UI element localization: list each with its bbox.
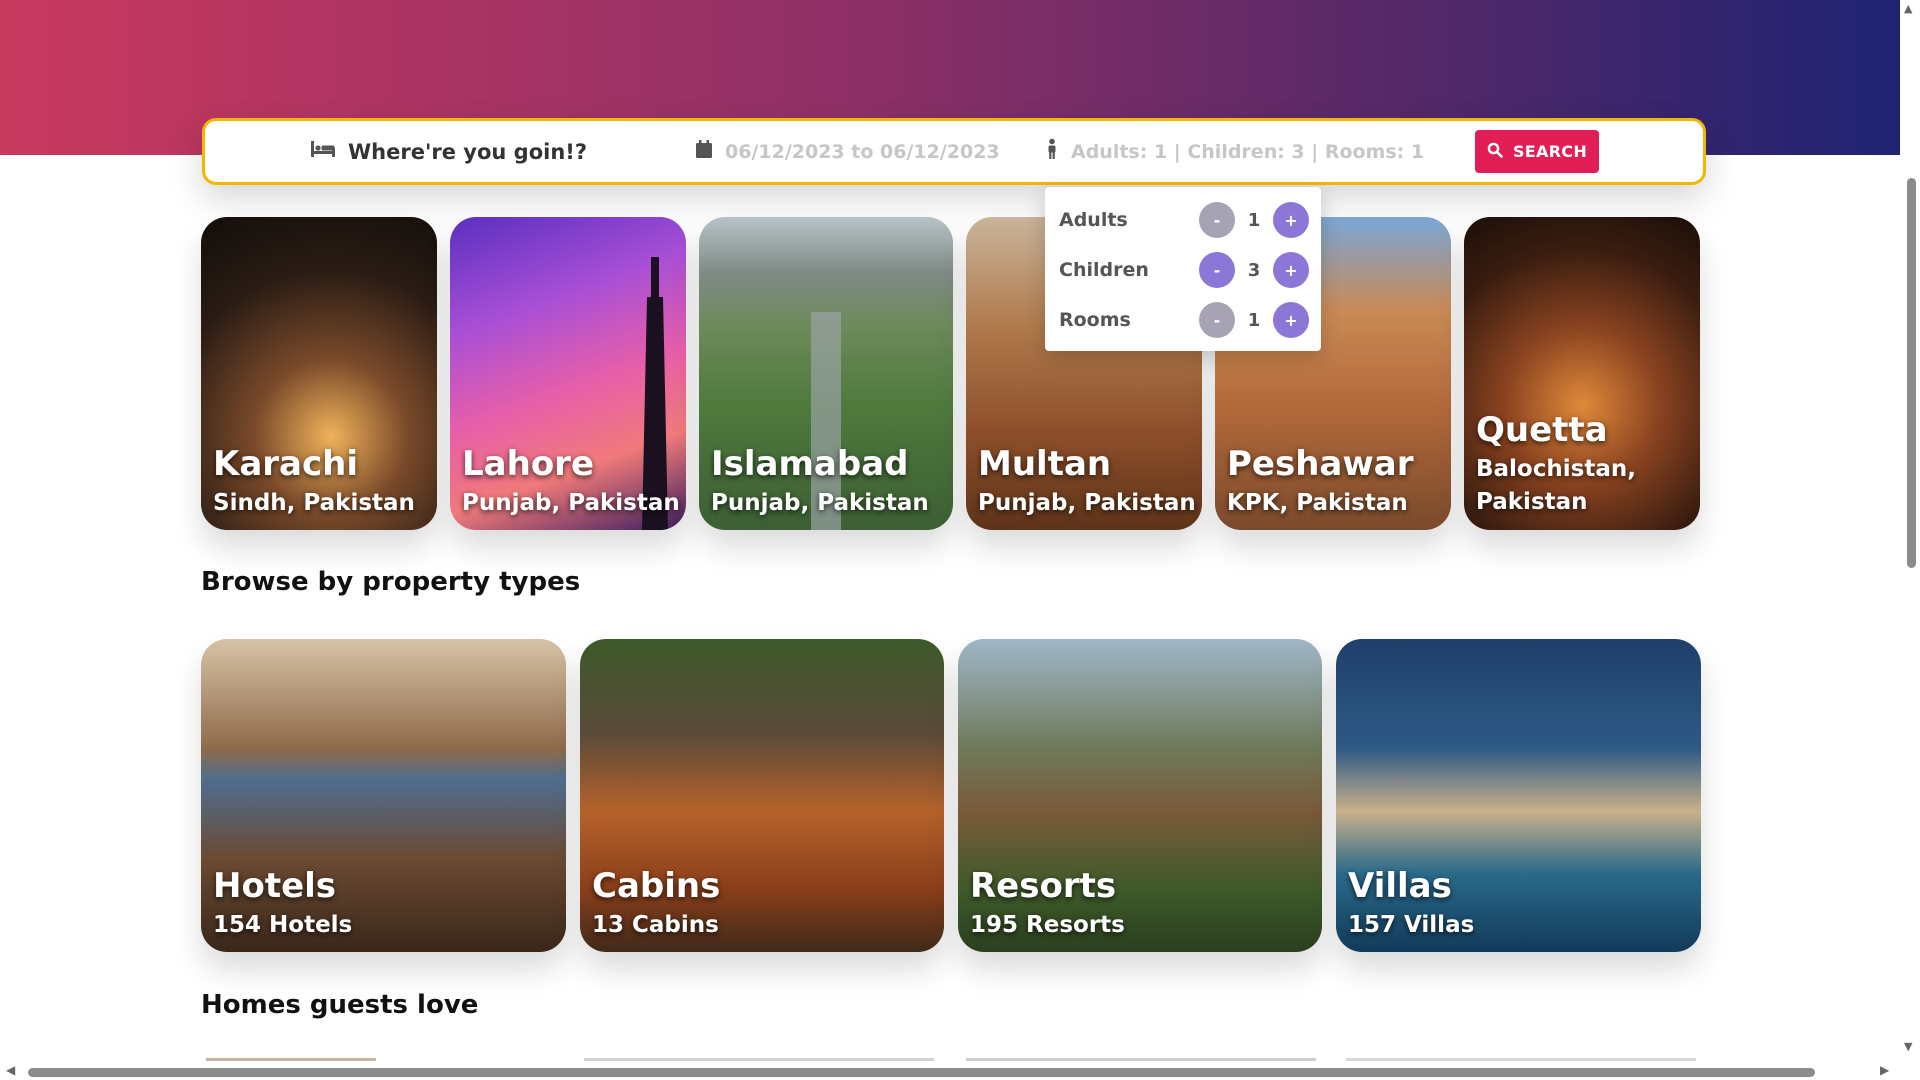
vertical-scroll-thumb[interactable] [1907,178,1916,568]
guest-option-label: Children [1059,259,1149,281]
city-name: Multan [978,444,1112,484]
scroll-down-icon[interactable]: ▼ [1904,1040,1912,1053]
guest-option-label: Adults [1059,209,1128,231]
property-card-hotels[interactable]: Hotels 154 Hotels [201,639,566,952]
city-region: Punjab, Pakistan [978,490,1196,516]
guests-field[interactable]: Adults: 1 | Children: 3 | Rooms: 1 [1045,121,1424,182]
scroll-up-icon[interactable]: ▲ [1904,2,1912,15]
guest-option-rooms: Rooms - 1 + [1059,300,1309,340]
property-type-name: Hotels [213,866,337,906]
destination-input[interactable]: Where're you goin!? [348,140,587,164]
rooms-count: 1 [1247,309,1261,331]
city-region: Punjab, Pakistan [462,490,680,516]
search-button-label: SEARCH [1512,142,1588,161]
guest-option-adults: Adults - 1 + [1059,200,1309,240]
guest-option-label: Rooms [1059,309,1131,331]
property-card-resorts[interactable]: Resorts 195 Resorts [958,639,1322,952]
city-card-islamabad[interactable]: Islamabad Punjab, Pakistan [699,217,953,530]
rooms-decrement-button[interactable]: - [1199,302,1235,338]
property-type-count: 157 Villas [1348,912,1475,938]
children-decrement-button[interactable]: - [1199,252,1235,288]
property-type-count: 13 Cabins [592,912,719,938]
adults-count: 1 [1247,209,1261,231]
city-region: Punjab, Pakistan [711,490,929,516]
search-button[interactable]: SEARCH [1475,130,1599,173]
horizontal-scroll-thumb[interactable] [28,1068,1815,1077]
search-icon [1487,142,1503,162]
property-card-villas[interactable]: Villas 157 Villas [1336,639,1701,952]
children-increment-button[interactable]: + [1273,252,1309,288]
property-type-count: 195 Resorts [970,912,1125,938]
city-name: Lahore [462,444,594,484]
rooms-increment-button[interactable]: + [1273,302,1309,338]
property-type-count: 154 Hotels [213,912,353,938]
property-type-name: Cabins [592,866,721,906]
property-card-cabins[interactable]: Cabins 13 Cabins [580,639,944,952]
city-region: KPK, Pakistan [1227,490,1408,516]
property-types-heading: Browse by property types [201,567,581,597]
date-range-text: 06/12/2023 to 06/12/2023 [725,140,1000,163]
city-name: Islamabad [711,444,909,484]
city-region-line2: Pakistan [1476,489,1588,515]
scroll-right-icon[interactable]: ▶ [1880,1063,1889,1077]
city-card-karachi[interactable]: Karachi Sindh, Pakistan [201,217,437,530]
person-icon [1045,138,1059,165]
bed-icon [310,139,336,164]
destination-field[interactable]: Where're you goin!? [310,121,587,182]
adults-decrement-button[interactable]: - [1199,202,1235,238]
city-region: Sindh, Pakistan [213,490,415,516]
adults-increment-button[interactable]: + [1273,202,1309,238]
city-region: Balochistan, [1476,456,1636,482]
calendar-icon [695,139,713,164]
scroll-left-icon[interactable]: ◀ [6,1063,15,1077]
horizontal-scrollbar[interactable]: ◀ ▶ [0,1062,1900,1080]
vertical-scrollbar[interactable]: ▲ ▼ [1900,0,1920,1080]
guests-summary-text: Adults: 1 | Children: 3 | Rooms: 1 [1071,140,1425,163]
city-card-lahore[interactable]: Lahore Punjab, Pakistan [450,217,686,530]
city-name: Peshawar [1227,444,1414,484]
city-card-quetta[interactable]: Quetta Balochistan, Pakistan [1464,217,1700,530]
homes-heading: Homes guests love [201,990,479,1020]
search-bar: Where're you goin!? 06/12/2023 to 06/12/… [202,118,1706,185]
city-name: Quetta [1476,410,1608,450]
city-name: Karachi [213,444,359,484]
property-type-name: Resorts [970,866,1117,906]
children-count: 3 [1247,259,1261,281]
guest-option-children: Children - 3 + [1059,250,1309,290]
property-type-name: Villas [1348,866,1452,906]
guest-options-panel: Adults - 1 + Children - 3 + Rooms - 1 + [1045,187,1321,351]
date-field[interactable]: 06/12/2023 to 06/12/2023 [695,121,1000,182]
